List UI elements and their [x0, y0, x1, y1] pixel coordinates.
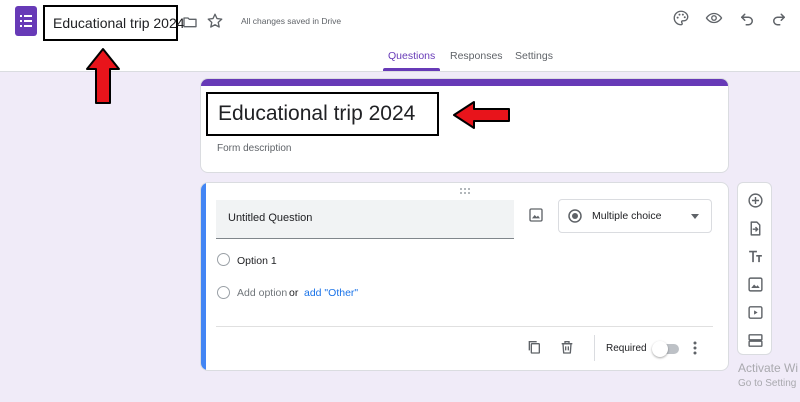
add-image-icon[interactable] — [747, 276, 764, 293]
active-tab-indicator — [383, 68, 440, 71]
preview-eye-icon[interactable] — [705, 9, 723, 27]
question-title-input[interactable]: Untitled Question — [216, 200, 514, 239]
tab-questions[interactable]: Questions — [388, 50, 435, 62]
folder-icon[interactable] — [182, 14, 198, 30]
or-text: or — [289, 287, 299, 299]
add-video-icon[interactable] — [747, 304, 764, 321]
add-other-link[interactable]: add "Other" — [304, 287, 358, 299]
duplicate-icon[interactable] — [526, 339, 542, 355]
palette-icon[interactable] — [672, 9, 690, 27]
add-question-icon[interactable] — [747, 192, 764, 209]
tab-settings[interactable]: Settings — [515, 50, 553, 62]
forms-logo-icon[interactable] — [15, 6, 37, 36]
title-card-accent — [201, 79, 728, 86]
undo-icon[interactable] — [738, 9, 756, 27]
save-status: All changes saved in Drive — [241, 16, 342, 26]
option-radio-icon — [217, 253, 230, 266]
redo-icon[interactable] — [770, 9, 788, 27]
add-option-radio-icon — [217, 286, 230, 299]
annotation-arrow-left — [453, 101, 510, 129]
question-footer-divider — [216, 326, 713, 327]
add-section-icon[interactable] — [747, 332, 764, 349]
add-title-icon[interactable] — [747, 248, 764, 265]
add-option-link[interactable]: Add option — [237, 287, 287, 299]
form-description-field[interactable]: Form description — [217, 143, 291, 154]
side-toolbar — [737, 182, 772, 355]
delete-icon[interactable] — [559, 339, 575, 355]
form-title[interactable]: Educational trip 2024 — [206, 92, 439, 136]
footer-separator — [594, 335, 595, 361]
required-toggle-thumb[interactable] — [652, 341, 668, 357]
option-1-label[interactable]: Option 1 — [237, 255, 277, 267]
active-question-indicator — [201, 183, 206, 370]
question-type-dropdown[interactable]: Multiple choice — [558, 199, 712, 233]
activation-watermark: Activate Wi — [738, 361, 799, 375]
document-title[interactable]: Educational trip 2024 — [43, 5, 185, 41]
star-icon[interactable] — [206, 12, 224, 30]
activation-watermark-sub: Go to Setting — [738, 378, 797, 389]
radio-button-checked-icon — [568, 209, 582, 223]
tab-responses[interactable]: Responses — [450, 50, 503, 62]
add-image-icon[interactable] — [528, 207, 544, 223]
drag-handle-icon[interactable] — [459, 187, 471, 195]
chevron-down-icon — [691, 214, 699, 219]
question-type-label: Multiple choice — [592, 210, 662, 222]
import-questions-icon[interactable] — [747, 220, 764, 237]
required-label: Required — [606, 343, 647, 354]
more-options-icon[interactable] — [688, 340, 702, 356]
annotation-arrow-up — [86, 48, 120, 104]
